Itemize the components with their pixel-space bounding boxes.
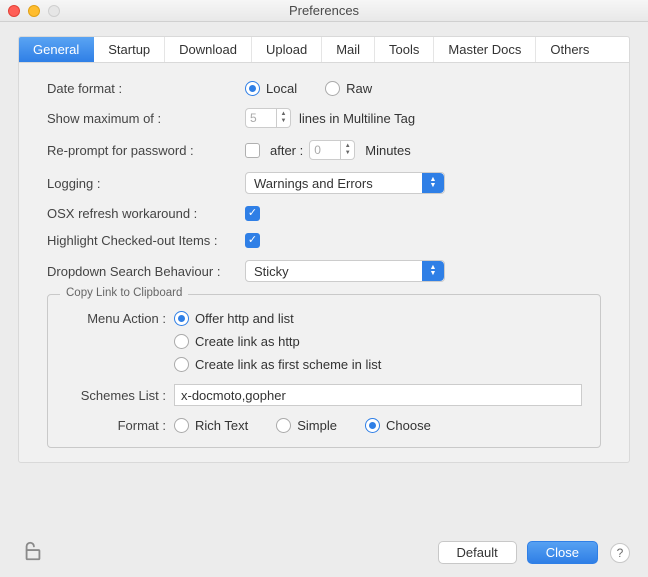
radio-icon bbox=[174, 357, 189, 372]
radio-icon bbox=[276, 418, 291, 433]
minimize-icon[interactable] bbox=[28, 5, 40, 17]
show-max-stepper[interactable]: ▲▼ bbox=[245, 108, 291, 128]
tab-startup[interactable]: Startup bbox=[94, 37, 165, 62]
reprompt-checkbox[interactable] bbox=[245, 143, 260, 158]
radio-icon bbox=[174, 334, 189, 349]
dropdown-search-select[interactable]: Sticky ▲▼ bbox=[245, 260, 445, 282]
date-format-raw[interactable]: Raw bbox=[325, 81, 372, 96]
reprompt-after-label: after : bbox=[270, 143, 303, 158]
format-label: Format : bbox=[66, 418, 174, 433]
radio-icon bbox=[174, 418, 189, 433]
close-icon[interactable] bbox=[8, 5, 20, 17]
radio-text: Raw bbox=[346, 81, 372, 96]
date-format-label: Date format : bbox=[47, 81, 245, 96]
logging-label: Logging : bbox=[47, 176, 245, 191]
menu-action-option2[interactable]: Create link as http bbox=[174, 334, 300, 349]
show-max-input[interactable] bbox=[245, 108, 277, 128]
highlight-label: Highlight Checked-out Items : bbox=[47, 233, 245, 248]
radio-icon bbox=[174, 311, 189, 326]
copy-link-legend: Copy Link to Clipboard bbox=[60, 287, 188, 299]
default-button[interactable]: Default bbox=[438, 541, 517, 564]
show-max-label: Show maximum of : bbox=[47, 111, 245, 126]
tab-master-docs[interactable]: Master Docs bbox=[434, 37, 536, 62]
tab-bar: General Startup Download Upload Mail Too… bbox=[18, 36, 630, 62]
radio-text: Choose bbox=[386, 418, 431, 433]
general-panel: Date format : Local Raw Show maximum of … bbox=[18, 62, 630, 463]
logging-value: Warnings and Errors bbox=[254, 176, 373, 191]
menu-action-option1[interactable]: Offer http and list bbox=[174, 311, 294, 326]
radio-icon bbox=[325, 81, 340, 96]
reprompt-unit: Minutes bbox=[365, 143, 411, 158]
reprompt-label: Re-prompt for password : bbox=[47, 143, 245, 158]
tab-download[interactable]: Download bbox=[165, 37, 252, 62]
reprompt-input[interactable] bbox=[309, 140, 341, 160]
tab-mail[interactable]: Mail bbox=[322, 37, 375, 62]
format-rich[interactable]: Rich Text bbox=[174, 418, 248, 433]
osx-refresh-label: OSX refresh workaround : bbox=[47, 206, 245, 221]
titlebar: Preferences bbox=[0, 0, 648, 22]
radio-icon bbox=[365, 418, 380, 433]
tab-tools[interactable]: Tools bbox=[375, 37, 434, 62]
radio-text: Rich Text bbox=[195, 418, 248, 433]
tab-general[interactable]: General bbox=[19, 37, 94, 62]
radio-icon bbox=[245, 81, 260, 96]
window-title: Preferences bbox=[289, 3, 359, 18]
copy-link-fieldset: Copy Link to Clipboard Menu Action : Off… bbox=[47, 294, 601, 448]
date-format-local[interactable]: Local bbox=[245, 81, 297, 96]
tab-others[interactable]: Others bbox=[536, 37, 603, 62]
format-choose[interactable]: Choose bbox=[365, 418, 431, 433]
dropdown-search-value: Sticky bbox=[254, 264, 289, 279]
tab-upload[interactable]: Upload bbox=[252, 37, 322, 62]
radio-text: Offer http and list bbox=[195, 311, 294, 326]
schemes-label: Schemes List : bbox=[66, 388, 174, 403]
help-button[interactable]: ? bbox=[610, 543, 630, 563]
chevron-updown-icon: ▲▼ bbox=[422, 173, 444, 193]
close-button[interactable]: Close bbox=[527, 541, 598, 564]
format-simple[interactable]: Simple bbox=[276, 418, 337, 433]
radio-text: Simple bbox=[297, 418, 337, 433]
window-controls bbox=[8, 5, 60, 17]
stepper-arrows-icon[interactable]: ▲▼ bbox=[341, 140, 355, 160]
dropdown-search-label: Dropdown Search Behaviour : bbox=[47, 264, 245, 279]
show-max-suffix: lines in Multiline Tag bbox=[299, 111, 415, 126]
stepper-arrows-icon[interactable]: ▲▼ bbox=[277, 108, 291, 128]
schemes-input[interactable] bbox=[174, 384, 582, 406]
footer: Default Close ? bbox=[18, 528, 630, 565]
lock-open-icon[interactable] bbox=[22, 540, 44, 565]
logging-select[interactable]: Warnings and Errors ▲▼ bbox=[245, 172, 445, 194]
menu-action-option3[interactable]: Create link as first scheme in list bbox=[174, 357, 381, 372]
zoom-icon bbox=[48, 5, 60, 17]
radio-text: Create link as first scheme in list bbox=[195, 357, 381, 372]
highlight-checkbox[interactable] bbox=[245, 233, 260, 248]
radio-text: Create link as http bbox=[195, 334, 300, 349]
radio-text: Local bbox=[266, 81, 297, 96]
osx-refresh-checkbox[interactable] bbox=[245, 206, 260, 221]
chevron-updown-icon: ▲▼ bbox=[422, 261, 444, 281]
menu-action-label: Menu Action : bbox=[66, 311, 174, 326]
reprompt-stepper[interactable]: ▲▼ bbox=[309, 140, 355, 160]
